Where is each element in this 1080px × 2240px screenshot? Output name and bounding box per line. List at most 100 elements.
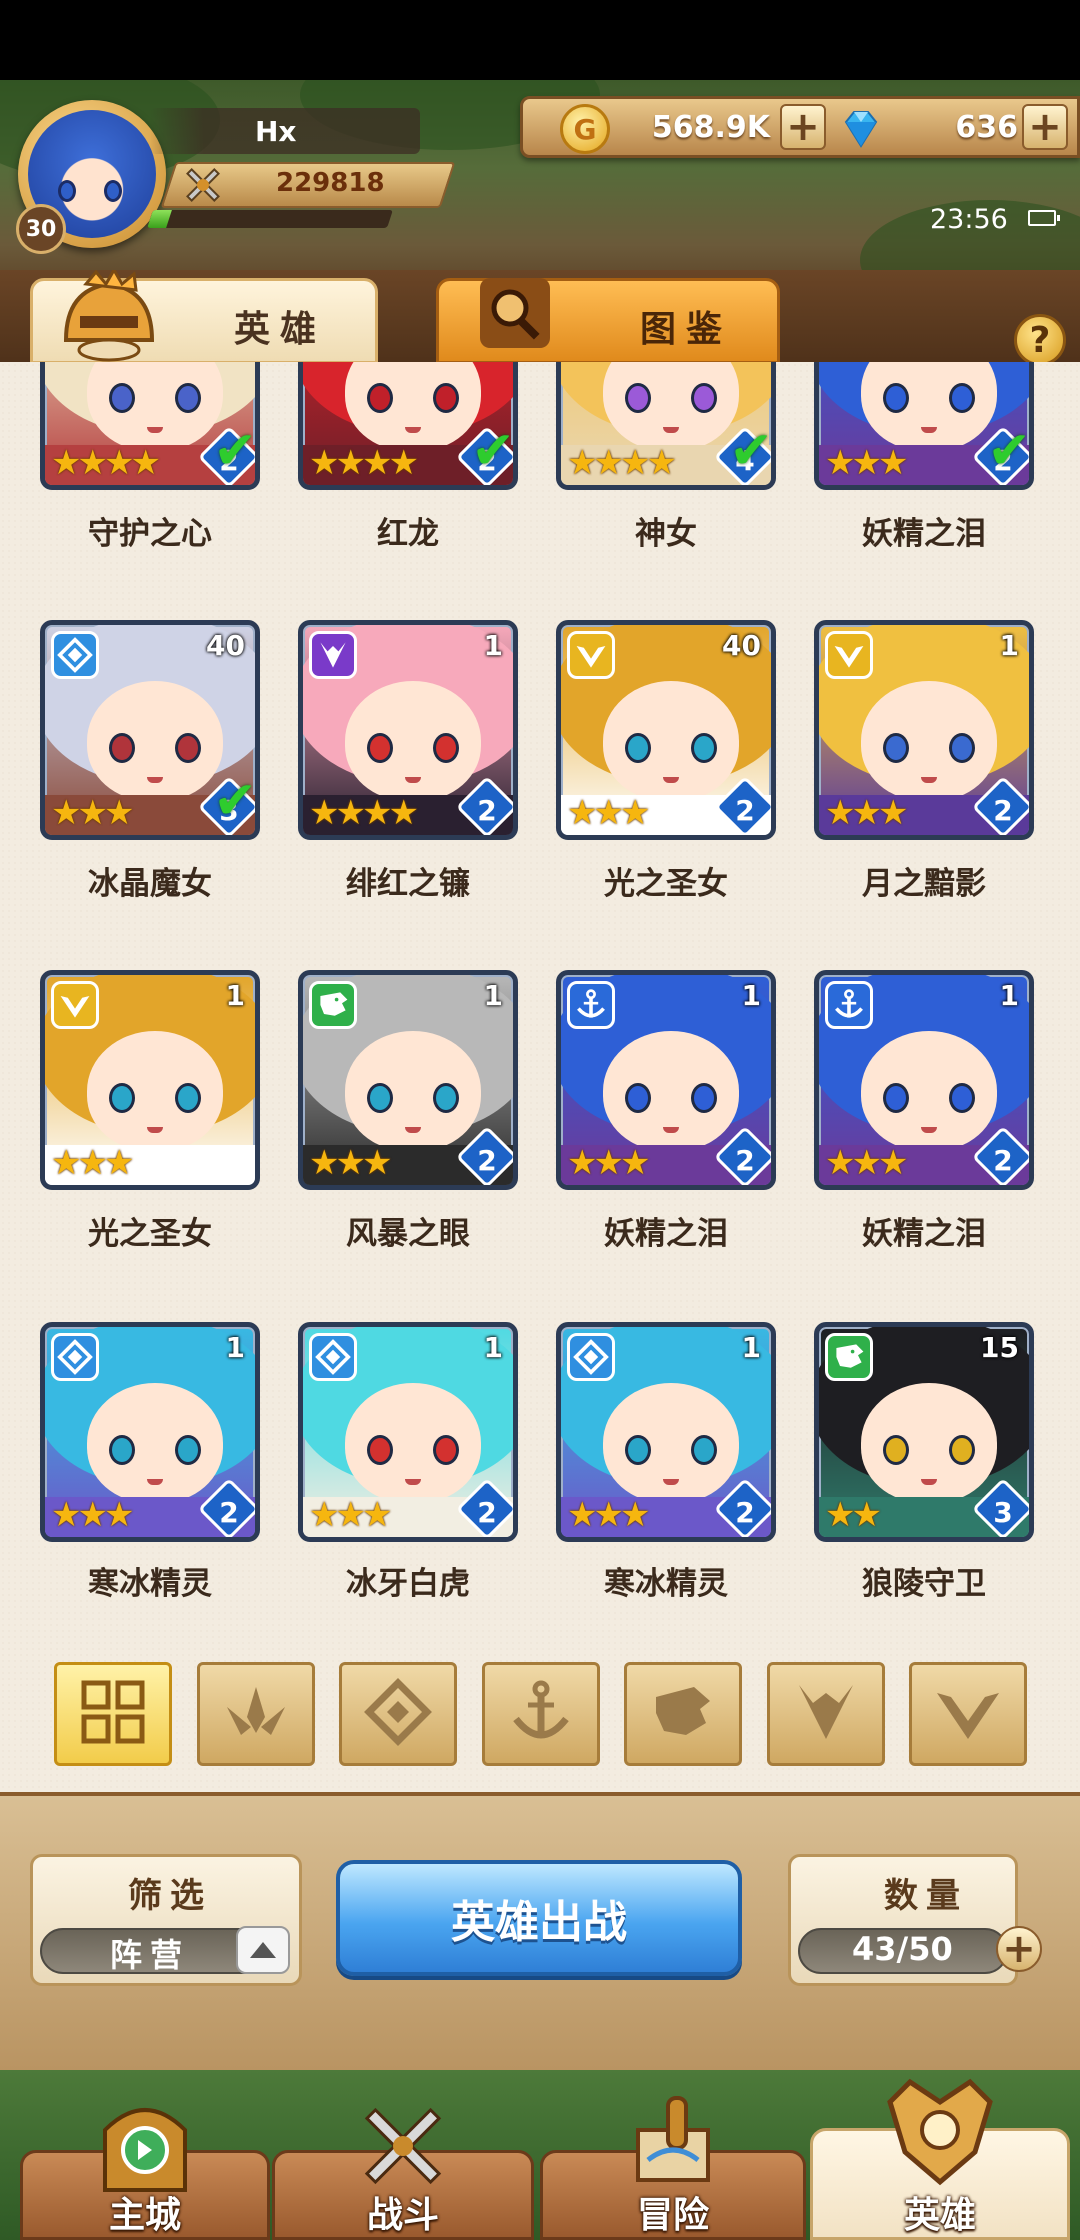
hero-card[interactable]: 1 ★★★ 2: [814, 970, 1034, 1190]
tab-heroes-label: 英雄: [234, 309, 327, 350]
filter-tab-diamond[interactable]: [339, 1662, 457, 1766]
filter-tab-demon-horn[interactable]: [766, 1662, 885, 1766]
hero-name: 妖精之泪: [862, 1216, 986, 1252]
hero-level: 1: [225, 1331, 245, 1364]
hero-card[interactable]: 1 ★★★ 2: [814, 620, 1034, 840]
hero-name: 寒冰精灵: [604, 1566, 728, 1602]
hero-name: 寒冰精灵: [88, 1566, 212, 1602]
hero-name: 月之黯影: [862, 866, 986, 902]
hero-stars: ★★★★: [309, 793, 419, 833]
deployed-check-icon: ✔: [987, 421, 1031, 481]
hero-card[interactable]: 1 ★★★ 2: [298, 1322, 518, 1542]
faction-ice-icon: [309, 1333, 357, 1381]
hero-level: 1: [483, 629, 503, 662]
diamond-gem-icon: [844, 111, 878, 148]
hero-card[interactable]: 1 ★★★: [40, 970, 260, 1190]
hero-stars: ★★★: [309, 1143, 392, 1183]
hero-level: 1: [741, 1331, 761, 1364]
hero-name: 冰晶魔女: [88, 866, 212, 902]
hero-stars: ★★★: [51, 1495, 134, 1535]
hero-stars: ★★★: [309, 1495, 392, 1535]
hero-stars: ★★★: [51, 1143, 134, 1183]
hero-stars: ★★★: [567, 793, 650, 833]
faction-light-icon: [51, 981, 99, 1029]
hero-level: 1: [999, 629, 1019, 662]
faction-ice-icon: [567, 1333, 615, 1381]
help-button[interactable]: ?: [1014, 314, 1066, 366]
hero-level: 15: [980, 1331, 1019, 1364]
hero-level: 1: [483, 979, 503, 1012]
hero-stars: ★★★: [567, 1495, 650, 1535]
sprout-icon: [221, 1677, 291, 1751]
hero-level: 1: [999, 979, 1019, 1012]
chevron-up-icon[interactable]: [236, 1926, 290, 1974]
faction-light-icon: [825, 631, 873, 679]
wing-v-icon: [933, 1677, 1003, 1751]
hero-rank: 2: [993, 1144, 1013, 1177]
hero-card[interactable]: 40 ★★★ 3 ✔: [40, 620, 260, 840]
deploy-heroes-button[interactable]: 英雄出战: [336, 1860, 742, 1976]
hero-card[interactable]: 1 ★★★ 2: [556, 970, 776, 1190]
hero-card[interactable]: 15 ★★ 3: [814, 1322, 1034, 1542]
hero-name: 红龙: [377, 516, 439, 552]
gold-amount: 568.9K: [651, 110, 770, 145]
gem-amount: 636: [955, 110, 1018, 145]
hero-level: 1: [225, 979, 245, 1012]
add-gems-button[interactable]: +: [1022, 104, 1068, 150]
hero-rank: 2: [477, 1496, 497, 1529]
status-bar-top: [0, 0, 1080, 80]
hero-card[interactable]: 40 ★★★ 2: [556, 620, 776, 840]
nav-label: 主城: [108, 2195, 181, 2236]
hero-level: 40: [206, 629, 245, 662]
hero-level: 1: [741, 979, 761, 1012]
add-gold-button[interactable]: +: [780, 104, 826, 150]
filter-title: 筛选: [128, 1876, 212, 1916]
anchor-icon: [506, 1677, 576, 1751]
clock: 23:56: [930, 204, 1008, 235]
gold-coin-icon: G: [560, 104, 610, 154]
hero-name: 妖精之泪: [862, 516, 986, 552]
hero-name: 守护之心: [88, 516, 212, 552]
hero-count-value: 43/50: [852, 1930, 953, 1968]
deployed-check-icon: ✔: [471, 421, 515, 481]
nav-label: 战斗: [366, 2195, 439, 2236]
grid-icon: [78, 1677, 148, 1751]
hero-name: 风暴之眼: [346, 1216, 470, 1252]
nav-label: 冒险: [636, 2195, 709, 2236]
hero-card[interactable]: 1 ★★★ 2: [298, 970, 518, 1190]
hero-stars: ★★★: [51, 793, 134, 833]
expand-capacity-button[interactable]: +: [996, 1926, 1042, 1972]
faction-ice-icon: [51, 631, 99, 679]
hero-card[interactable]: 1 ★★★ 2: [556, 1322, 776, 1542]
filter-tab-grid[interactable]: [54, 1662, 172, 1766]
filter-tab-sprout[interactable]: [196, 1662, 315, 1766]
filter-tab-beast-head[interactable]: [624, 1662, 742, 1766]
faction-ice-icon: [51, 1333, 99, 1381]
faction-light-icon: [567, 631, 615, 679]
nav-label: 英雄: [903, 2195, 976, 2236]
beast-head-icon: [648, 1677, 718, 1751]
count-title: 数量: [884, 1876, 968, 1916]
hero-stars: ★★★: [567, 1143, 650, 1183]
magnifier-icon: [480, 278, 550, 348]
hero-name: 神女: [635, 516, 697, 552]
hero-card[interactable]: 1 ★★★ 2: [40, 1322, 260, 1542]
hero-crest-icon: [880, 2072, 1000, 2196]
diamond-icon: [363, 1677, 433, 1751]
player-level-badge: 30: [16, 204, 66, 254]
hero-stars: ★★★: [825, 443, 908, 483]
deployed-check-icon: ✔: [213, 771, 257, 831]
hero-rank: 3: [993, 1496, 1013, 1529]
hero-name: 冰牙白虎: [346, 1566, 470, 1602]
battery-icon: [1028, 210, 1060, 226]
faction-beast-icon: [309, 981, 357, 1029]
hero-name: 光之圣女: [88, 1216, 212, 1252]
hero-name: 妖精之泪: [604, 1216, 728, 1252]
hero-rank: 2: [735, 1144, 755, 1177]
hero-stars: ★★★★: [567, 443, 677, 483]
hero-rank: 2: [477, 1144, 497, 1177]
filter-tab-anchor[interactable]: [481, 1662, 600, 1766]
filter-tab-wing-v[interactable]: [909, 1662, 1027, 1766]
hero-name: 狼陵守卫: [862, 1566, 986, 1602]
hero-card[interactable]: 1 ★★★★ 2: [298, 620, 518, 840]
